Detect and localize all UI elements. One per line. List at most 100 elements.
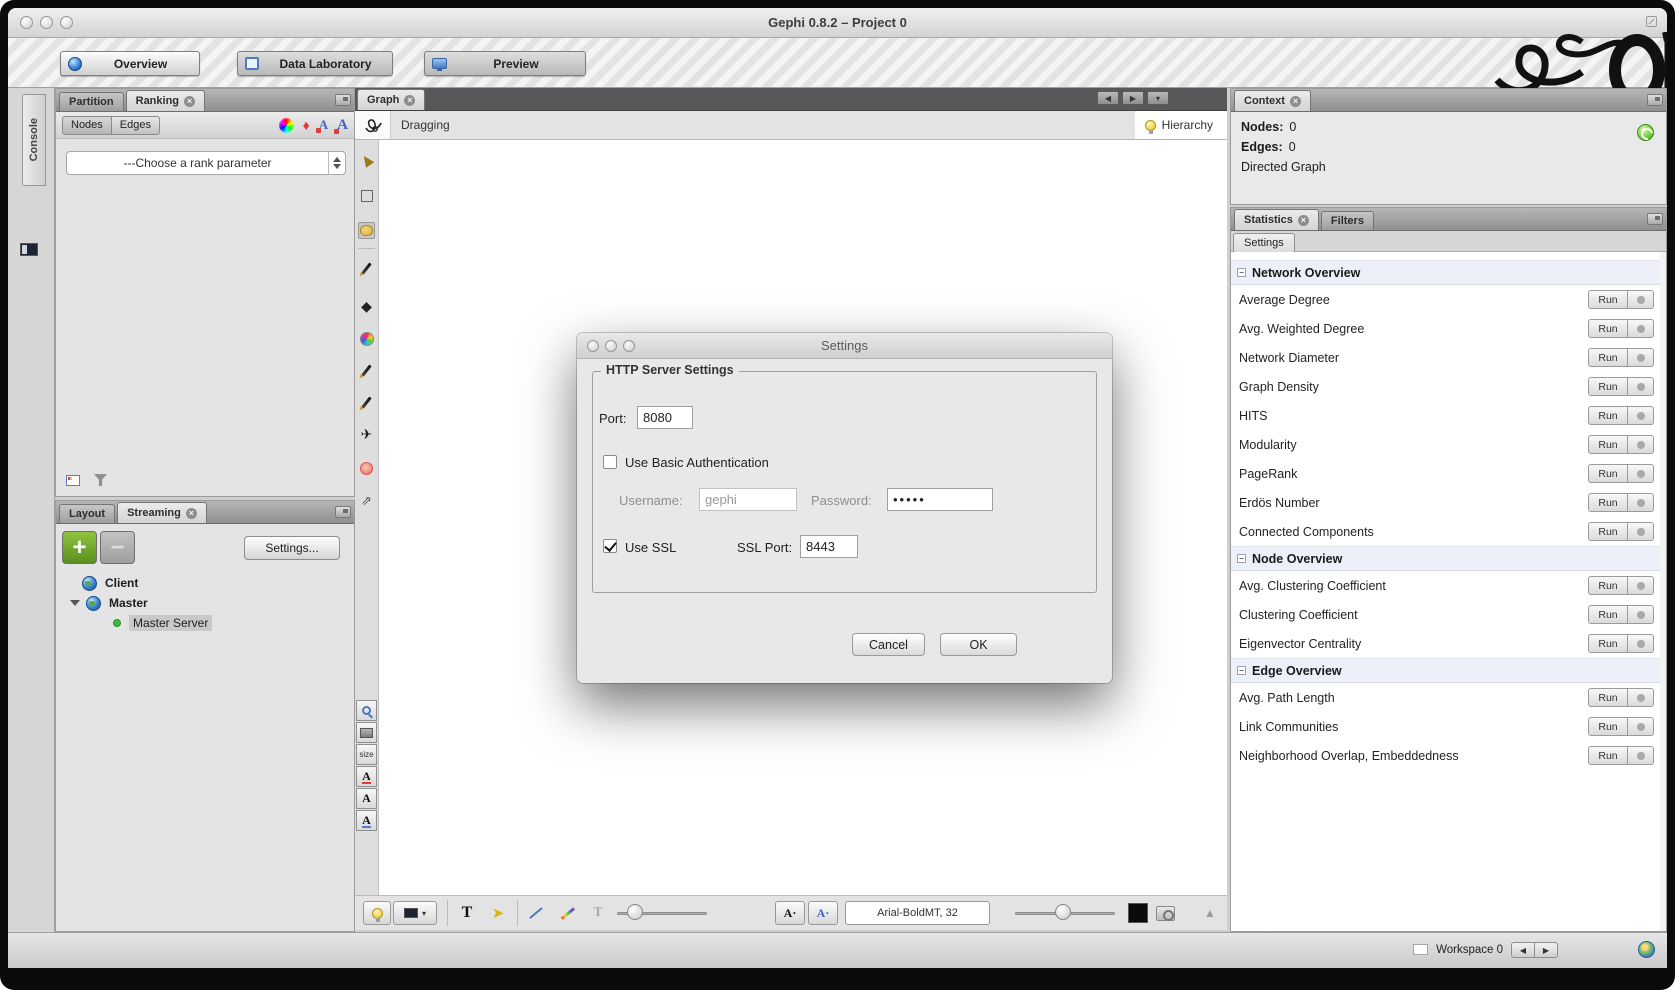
stat-help-dot-button[interactable]: [1628, 605, 1654, 624]
run-button[interactable]: Run: [1588, 435, 1628, 454]
slider-knob[interactable]: [627, 904, 643, 920]
stat-help-dot-button[interactable]: [1628, 522, 1654, 541]
color-wheel-icon[interactable]: [279, 118, 294, 133]
console-icon[interactable]: [20, 243, 38, 256]
node-pencil-tool-icon[interactable]: [358, 362, 375, 379]
tab-list-button[interactable]: ▾: [1147, 91, 1169, 105]
shortest-path-tool-icon[interactable]: ✈: [358, 426, 375, 443]
stat-help-dot-button[interactable]: [1628, 576, 1654, 595]
direct-select-tool-icon[interactable]: [358, 152, 375, 169]
window-resize-icon[interactable]: [1646, 16, 1657, 27]
result-window-icon[interactable]: [66, 475, 80, 486]
collapse-icon[interactable]: −: [1237, 268, 1246, 277]
zoom-magnifier-button[interactable]: [356, 700, 377, 721]
refresh-icon[interactable]: [1637, 124, 1654, 141]
tab-graph[interactable]: Graph ×: [357, 89, 425, 110]
stat-section-header[interactable]: −Node Overview: [1231, 546, 1660, 571]
run-button[interactable]: Run: [1588, 290, 1628, 309]
node-label-properties-button[interactable]: T: [585, 901, 611, 925]
screenshot-camera-button[interactable]: [1153, 901, 1177, 925]
tree-item-client[interactable]: Client: [56, 573, 354, 593]
stat-help-dot-button[interactable]: [1628, 464, 1654, 483]
close-tab-icon[interactable]: ×: [184, 96, 195, 107]
reset-size-button[interactable]: size: [356, 744, 377, 765]
center-screen-button[interactable]: [356, 722, 377, 743]
painter-tool-icon[interactable]: [358, 260, 375, 277]
run-button[interactable]: Run: [1588, 688, 1628, 707]
run-button[interactable]: Run: [1588, 576, 1628, 595]
run-button[interactable]: Run: [1588, 634, 1628, 653]
stat-section-header[interactable]: −Network Overview: [1231, 260, 1660, 285]
edge-weight-slider[interactable]: [617, 901, 707, 925]
run-button[interactable]: Run: [1588, 605, 1628, 624]
stat-help-dot-button[interactable]: [1628, 348, 1654, 367]
network-globe-icon[interactable]: [1638, 941, 1655, 958]
stat-section-header[interactable]: −Edge Overview: [1231, 658, 1660, 683]
run-button[interactable]: Run: [1588, 406, 1628, 425]
console-vertical-tab[interactable]: Console: [22, 94, 46, 186]
slider-knob[interactable]: [1055, 904, 1071, 920]
use-ssl-checkbox[interactable]: [603, 539, 617, 553]
add-button[interactable]: +: [62, 531, 97, 564]
close-tab-icon[interactable]: ×: [1290, 96, 1301, 107]
background-color-swatch[interactable]: [1127, 901, 1149, 925]
run-button[interactable]: Run: [1588, 493, 1628, 512]
run-button[interactable]: Run: [1588, 746, 1628, 765]
tab-data-laboratory[interactable]: Data Laboratory: [237, 51, 393, 76]
tab-statistics[interactable]: Statistics ×: [1234, 209, 1319, 230]
scroll-left-button[interactable]: ◀: [1097, 91, 1119, 105]
funnel-icon[interactable]: [94, 474, 107, 486]
hierarchy-box[interactable]: Hierarchy: [1135, 111, 1227, 139]
titlebar[interactable]: Gephi 0.8.2 – Project 0: [8, 8, 1667, 38]
nodes-button[interactable]: Nodes: [62, 116, 112, 135]
label-visible-button[interactable]: A: [356, 810, 377, 831]
streaming-settings-button[interactable]: Settings...: [244, 536, 340, 560]
background-light-button[interactable]: [363, 901, 391, 925]
collapse-icon[interactable]: −: [1237, 666, 1246, 675]
port-input[interactable]: [637, 406, 693, 429]
stat-help-dot-button[interactable]: [1628, 717, 1654, 736]
edges-button[interactable]: Edges: [111, 116, 160, 135]
rank-parameter-dropdown[interactable]: ---Choose a rank parameter: [66, 151, 346, 175]
stat-help-dot-button[interactable]: [1628, 290, 1654, 309]
run-button[interactable]: Run: [1588, 522, 1628, 541]
run-button[interactable]: Run: [1588, 319, 1628, 338]
stat-help-dot-button[interactable]: [1628, 634, 1654, 653]
tree-item-master-server[interactable]: Master Server: [56, 613, 354, 633]
dropdown-stepper-icon[interactable]: [328, 152, 345, 174]
minimize-panel-button[interactable]: [1647, 213, 1663, 225]
dialog-titlebar[interactable]: Settings: [577, 333, 1112, 359]
gem-icon[interactable]: ♦: [303, 118, 310, 132]
show-edge-labels-button[interactable]: ➤: [483, 901, 513, 925]
sizer-tool-icon[interactable]: ◆: [358, 298, 375, 315]
label-size-mode-button[interactable]: A·: [808, 901, 838, 925]
edge-edit-tool-icon[interactable]: ⇗: [358, 492, 375, 509]
label-size-slider[interactable]: [1015, 901, 1115, 925]
close-tab-icon[interactable]: ×: [404, 95, 415, 106]
close-tab-icon[interactable]: ×: [186, 508, 197, 519]
stat-help-dot-button[interactable]: [1628, 746, 1654, 765]
ok-button[interactable]: OK: [940, 633, 1017, 656]
tab-preview[interactable]: Preview: [424, 51, 586, 76]
tab-context[interactable]: Context ×: [1234, 90, 1311, 111]
run-button[interactable]: Run: [1588, 464, 1628, 483]
tree-item-master[interactable]: Master: [56, 593, 354, 613]
minimize-panel-button[interactable]: [335, 506, 351, 518]
minimize-panel-button[interactable]: [335, 94, 351, 106]
basic-auth-checkbox[interactable]: [603, 455, 617, 469]
expand-toolbar-button[interactable]: ▲: [1201, 901, 1219, 925]
tab-layout[interactable]: Layout: [59, 504, 115, 523]
remove-button[interactable]: −: [100, 531, 135, 564]
expander-icon[interactable]: [70, 600, 80, 606]
drag-tool-icon[interactable]: [358, 222, 375, 239]
font-selector-button[interactable]: Arial-BoldMT, 32: [845, 901, 990, 925]
stat-help-dot-button[interactable]: [1628, 319, 1654, 338]
run-button[interactable]: Run: [1588, 717, 1628, 736]
scroll-right-button[interactable]: ▶: [1122, 91, 1144, 105]
stat-help-dot-button[interactable]: [1628, 406, 1654, 425]
tab-ranking[interactable]: Ranking ×: [126, 90, 205, 111]
text-size-icon[interactable]: A: [319, 117, 328, 133]
workspace-prev-button[interactable]: ◀: [1511, 942, 1535, 958]
subtab-settings[interactable]: Settings: [1233, 233, 1295, 252]
username-input[interactable]: [699, 488, 797, 511]
